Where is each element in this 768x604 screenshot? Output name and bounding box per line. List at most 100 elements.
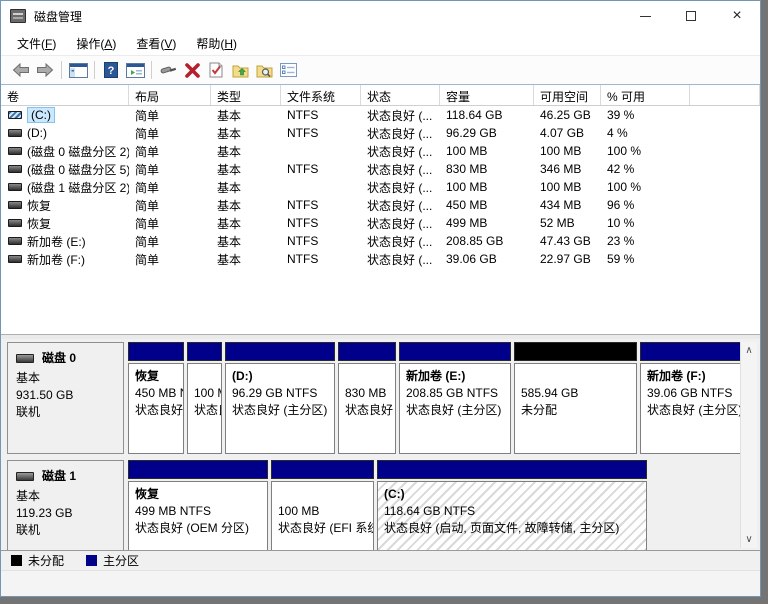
menu-action[interactable]: 操作(A) [66,31,126,56]
disk-1-panel[interactable]: 磁盘 1 基本 119.23 GB 联机 [7,460,124,550]
minimize-button[interactable] [622,1,668,31]
cell-filesystem: NTFS [281,234,361,248]
menu-help[interactable]: 帮助(H) [186,31,247,56]
cell-layout: 简单 [129,143,211,160]
cell-volume: 恢复 [1,215,129,232]
partition-efi[interactable]: 100 MB 状态良好 (EFI 系统分区) [271,460,374,550]
disk-1-row: 磁盘 1 基本 119.23 GB 联机 恢复 499 MB NTFS 状态良好… [7,460,738,550]
disk-0-panel[interactable]: 磁盘 0 基本 931.50 GB 联机 [7,342,124,454]
partition-recovery-450[interactable]: 恢复 450 MB NTFS 状态良好 [128,342,184,454]
partition-size: 208.85 GB NTFS [406,385,510,402]
properties-list-icon[interactable] [276,58,300,82]
cell-status: 状态良好 (... [361,197,440,214]
show-action-pane-icon[interactable] [123,58,147,82]
partition-d[interactable]: (D:) 96.29 GB NTFS 状态良好 (主分区) [225,342,335,454]
cell-type: 基本 [211,233,281,250]
header-status[interactable]: 状态 [361,85,440,105]
partition-830mb[interactable]: 830 MB 状态良好 [338,342,396,454]
volume-row-recovery-450[interactable]: 恢复 简单 基本 NTFS 状态良好 (... 450 MB 434 MB 96… [1,196,760,214]
cell-layout: 简单 [129,125,211,142]
header-layout[interactable]: 布局 [129,85,211,105]
volume-row-e[interactable]: 新加卷 (E:) 简单 基本 NTFS 状态良好 (... 208.85 GB … [1,232,760,250]
partition-recovery-499[interactable]: 恢复 499 MB NTFS 状态良好 (OEM 分区) [128,460,268,550]
vertical-scrollbar[interactable]: ∧ ∨ [740,342,757,548]
cell-status: 状态良好 (... [361,161,440,178]
partition-status: 状态良好 [135,402,183,419]
show-console-tree-icon[interactable] [66,58,90,82]
cell-layout: 简单 [129,197,211,214]
cell-capacity: 450 MB [440,198,534,212]
disk-tool-icon[interactable] [156,58,180,82]
partition-type-bar [225,342,335,361]
partition-e[interactable]: 新加卷 (E:) 208.85 GB NTFS 状态良好 (主分区) [399,342,511,454]
cell-pct-free: 10 % [601,216,690,230]
volume-row-d[interactable]: (D:) 简单 基本 NTFS 状态良好 (... 96.29 GB 4.07 … [1,124,760,142]
cell-status: 状态良好 (... [361,251,440,268]
partition-title: 恢复 [135,486,267,503]
partition-size: 499 MB NTFS [135,503,267,520]
minimize-icon [640,16,651,17]
commit-check-icon[interactable] [204,58,228,82]
header-capacity[interactable]: 容量 [440,85,534,105]
help-icon[interactable]: ? [99,58,123,82]
header-type[interactable]: 类型 [211,85,281,105]
cell-layout: 简单 [129,233,211,250]
cell-free: 346 MB [534,162,601,176]
partition-c[interactable]: (C:) 118.64 GB NTFS 状态良好 (启动, 页面文件, 故障转储… [377,460,647,550]
partition-unallocated[interactable]: 585.94 GB 未分配 [514,342,637,454]
unallocated-type-bar [514,342,637,361]
cell-filesystem: NTFS [281,126,361,140]
volume-icon [8,219,22,227]
scroll-down-icon[interactable]: ∨ [741,531,757,548]
partition-f[interactable]: 新加卷 (F:) 39.06 GB NTFS 状态良好 (主分区) [640,342,741,454]
maximize-button[interactable] [668,1,714,31]
partition-100mb-disk0[interactable]: 100 MB 状态良好 [187,342,222,454]
cell-layout: 简单 [129,215,211,232]
header-pct-free[interactable]: % 可用 [601,85,690,105]
header-extra [690,85,760,105]
volume-row-disk1-part2[interactable]: (磁盘 1 磁盘分区 2) 简单 基本 状态良好 (... 100 MB 100… [1,178,760,196]
cell-type: 基本 [211,251,281,268]
partition-title [345,368,395,385]
header-volume[interactable]: 卷 [1,85,129,105]
volume-icon [8,111,22,119]
cell-status: 状态良好 (... [361,125,440,142]
cell-pct-free: 23 % [601,234,690,248]
toolbar-separator [151,61,152,79]
cell-layout: 简单 [129,107,211,124]
partition-title: (C:) [384,486,646,503]
toolbar: ? [1,56,760,85]
volume-icon [8,255,22,263]
volume-row-disk0-part2[interactable]: (磁盘 0 磁盘分区 2) 简单 基本 状态良好 (... 100 MB 100… [1,142,760,160]
cell-pct-free: 100 % [601,180,690,194]
cell-volume: (磁盘 1 磁盘分区 2) [1,179,129,196]
partition-status: 状态良好 (启动, 页面文件, 故障转储, 主分区) [384,520,646,537]
cell-free: 434 MB [534,198,601,212]
cell-pct-free: 39 % [601,108,690,122]
scroll-up-icon[interactable]: ∧ [741,342,757,359]
forward-arrow-icon[interactable] [33,58,57,82]
menu-view[interactable]: 查看(V) [126,31,186,56]
window-title: 磁盘管理 [34,8,622,25]
back-arrow-icon[interactable] [9,58,33,82]
cell-pct-free: 42 % [601,162,690,176]
volume-table-header: 卷 布局 类型 文件系统 状态 容量 可用空间 % 可用 [1,85,760,106]
explore-folder-icon[interactable] [252,58,276,82]
header-filesystem[interactable]: 文件系统 [281,85,361,105]
volume-row-recovery-499[interactable]: 恢复 简单 基本 NTFS 状态良好 (... 499 MB 52 MB 10 … [1,214,760,232]
open-folder-icon[interactable] [228,58,252,82]
cell-volume: 恢复 [1,197,129,214]
menu-file[interactable]: 文件(F) [7,31,66,56]
graphical-view-pane: 磁盘 0 基本 931.50 GB 联机 恢复 450 MB NTFS 状态良好… [1,339,760,550]
cell-free: 100 MB [534,144,601,158]
header-free-space[interactable]: 可用空间 [534,85,601,105]
delete-volume-icon[interactable] [180,58,204,82]
cell-type: 基本 [211,125,281,142]
volume-row-disk0-part5[interactable]: (磁盘 0 磁盘分区 5) 简单 基本 NTFS 状态良好 (... 830 M… [1,160,760,178]
partition-title [521,368,636,385]
volume-row-c[interactable]: (C:) 简单 基本 NTFS 状态良好 (... 118.64 GB 46.2… [1,106,760,124]
volume-row-f[interactable]: 新加卷 (F:) 简单 基本 NTFS 状态良好 (... 39.06 GB 2… [1,250,760,268]
maximize-icon [686,11,696,21]
close-button[interactable]: × [714,1,760,31]
cell-status: 状态良好 (... [361,179,440,196]
